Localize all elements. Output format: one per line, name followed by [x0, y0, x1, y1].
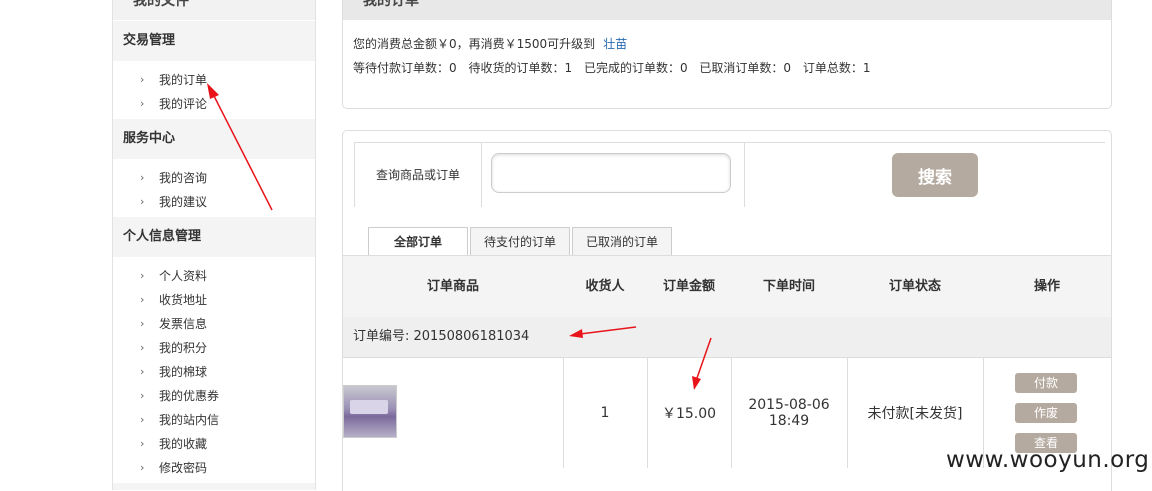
- arrow-to-amount: [692, 337, 712, 390]
- arrow-to-my-orders: [207, 83, 273, 211]
- arrow-to-order-number: [569, 326, 637, 338]
- watermark: www.wooyun.org: [946, 447, 1150, 473]
- annotation-arrows: [207, 83, 712, 390]
